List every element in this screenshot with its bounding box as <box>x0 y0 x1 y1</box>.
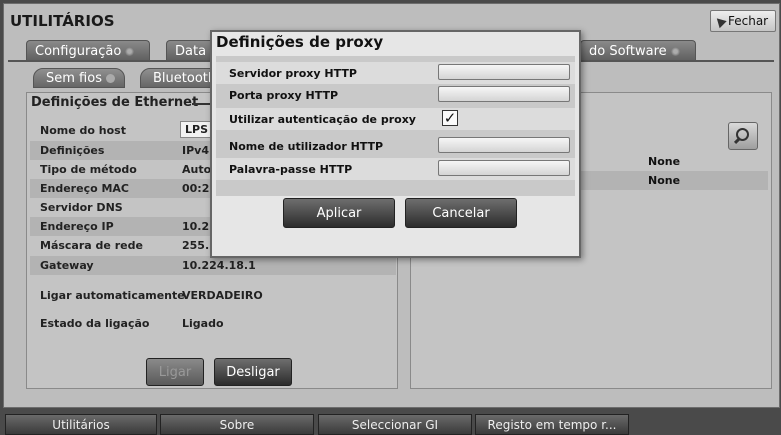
http-password-input[interactable] <box>438 160 570 176</box>
row-label: Máscara de rede <box>40 239 143 252</box>
tab-date[interactable]: Data <box>166 40 216 62</box>
row-auto-connect: Ligar automaticamente VERDADEIRO <box>30 286 396 305</box>
nav-about[interactable]: Sobre <box>160 414 314 435</box>
connect-button[interactable]: Ligar <box>146 358 204 386</box>
row-value: VERDADEIRO <box>182 289 263 302</box>
row-label: Endereço MAC <box>40 182 130 195</box>
nav-realtime-log[interactable]: Registo em tempo r... <box>475 414 629 435</box>
arrow-icon <box>713 14 727 28</box>
row-label: Estado da ligação <box>40 317 150 330</box>
proxy-auth-row: Utilizar autenticação de proxy ✓ <box>216 108 575 130</box>
row-value: None <box>648 155 681 168</box>
nav-select-gi[interactable]: Seleccionar GI <box>318 414 472 435</box>
row-label: Nome do host <box>40 124 126 137</box>
row-value: Ligado <box>182 317 224 330</box>
proxy-server-row: Servidor proxy HTTP <box>216 62 575 84</box>
nav-utilities[interactable]: Utilitários <box>5 414 157 435</box>
row-label: Tipo de método <box>40 163 137 176</box>
field-label: Palavra-passe HTTP <box>229 163 353 176</box>
proxy-port-row: Porta proxy HTTP <box>216 84 575 106</box>
row-label: Ligar automaticamente <box>40 289 185 302</box>
subtab-grip-icon <box>105 73 115 83</box>
http-username-input[interactable] <box>438 137 570 153</box>
field-label: Servidor proxy HTTP <box>229 67 357 80</box>
row-gateway: Gateway 10.224.18.1 <box>30 256 396 275</box>
tab-grip-icon <box>125 47 135 56</box>
row-label: Gateway <box>40 259 94 272</box>
disconnect-button[interactable]: Desligar <box>214 358 292 386</box>
tab-label: Configuração <box>35 44 122 59</box>
row-link-state: Estado da ligação Ligado <box>30 314 396 333</box>
subtab-wireless[interactable]: Sem fios <box>33 68 125 88</box>
field-label: Nome de utilizador HTTP <box>229 140 384 153</box>
apply-button[interactable]: Aplicar <box>283 198 395 228</box>
field-label: Porta proxy HTTP <box>229 89 339 102</box>
field-label: Utilizar autenticação de proxy <box>229 113 416 126</box>
app-title: UTILITÁRIOS <box>10 12 115 30</box>
row-label: Definições <box>40 144 105 157</box>
row-value: 10.224.18.1 <box>182 259 256 272</box>
row-label: Servidor DNS <box>40 201 123 214</box>
proxy-server-input[interactable] <box>438 64 570 80</box>
http-password-row: Palavra-passe HTTP <box>216 158 575 180</box>
row-value: IPv4 <box>182 144 209 157</box>
close-button[interactable]: Fechar <box>710 10 776 32</box>
row-value: Auto <box>182 163 212 176</box>
cancel-button[interactable]: Cancelar <box>405 198 517 228</box>
section-title: Definições de Ethernet <box>31 95 203 110</box>
tab-grip-icon <box>670 47 680 56</box>
subtab-label: Bluetooth <box>153 70 217 86</box>
dialog-title: Definições de proxy <box>216 33 384 51</box>
proxy-auth-checkbox[interactable]: ✓ <box>442 110 458 126</box>
tab-software[interactable]: do Software <box>580 40 696 62</box>
close-label: Fechar <box>728 14 769 28</box>
row-value: None <box>648 174 681 187</box>
search-button[interactable] <box>728 122 758 150</box>
tab-configuration[interactable]: Configuração <box>26 40 150 62</box>
row-label: Endereço IP <box>40 220 114 233</box>
subtab-bluetooth[interactable]: Bluetooth <box>140 68 220 88</box>
proxy-port-input[interactable] <box>438 86 570 102</box>
subtab-label: Sem fios <box>46 70 102 86</box>
http-username-row: Nome de utilizador HTTP <box>216 135 575 157</box>
tab-label: do Software <box>589 44 667 59</box>
tab-label: Data <box>175 44 207 59</box>
